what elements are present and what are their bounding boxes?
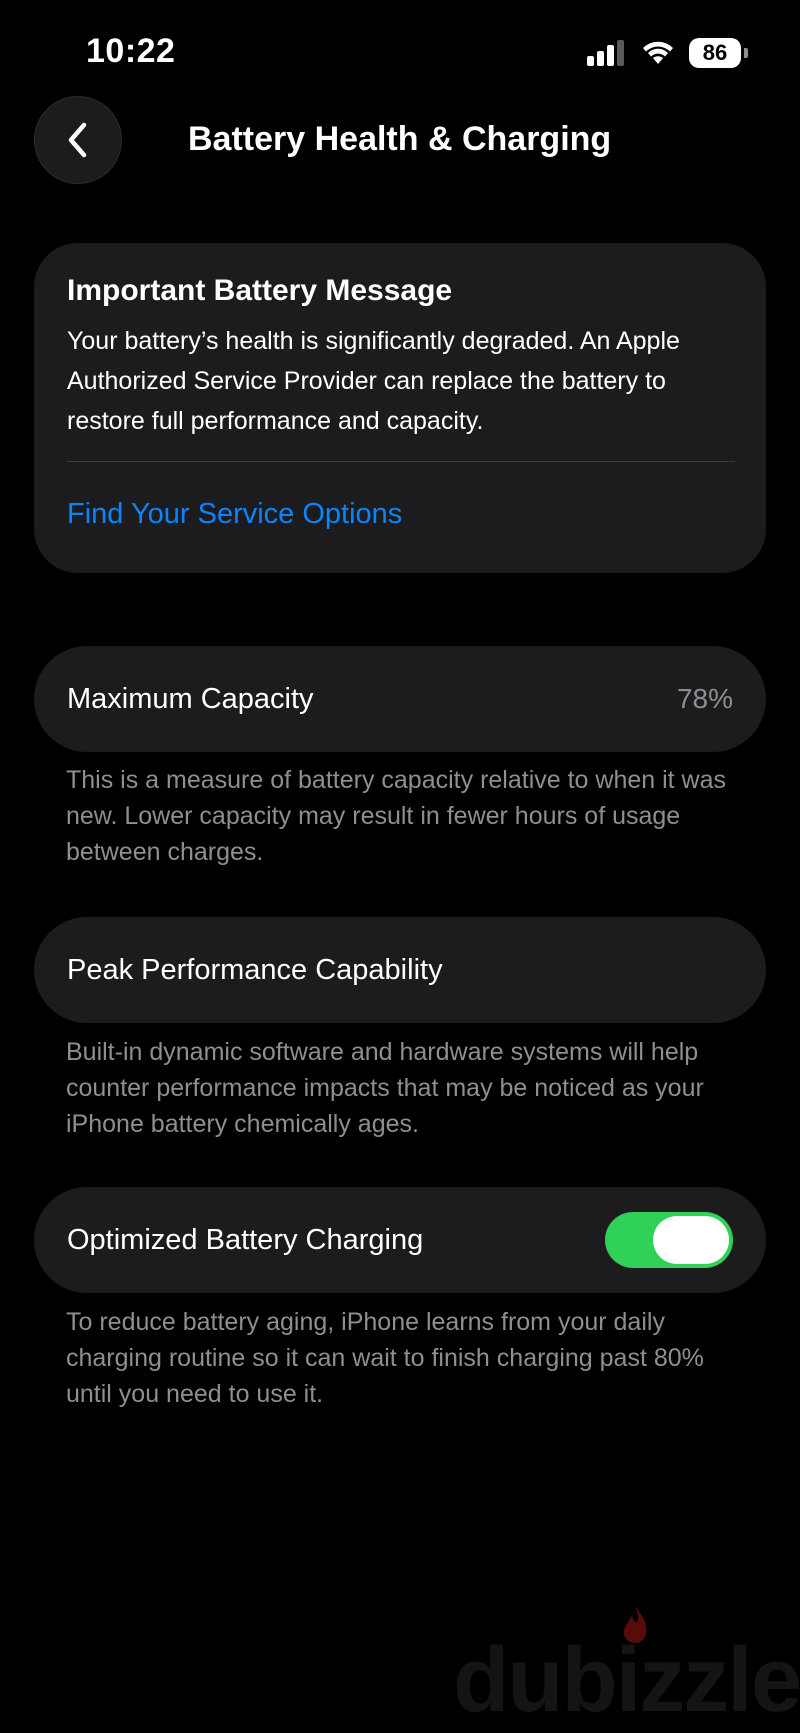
divider [67, 461, 735, 462]
status-icons: 86 [587, 38, 748, 68]
battery-message-title: Important Battery Message [67, 274, 453, 307]
battery-message-card: Important Battery Message Your battery’s… [34, 243, 766, 573]
peak-performance-label: Peak Performance Capability [67, 953, 443, 986]
find-service-options-link[interactable]: Find Your Service Options [67, 494, 733, 534]
signal-icon [587, 40, 624, 66]
maximum-capacity-label: Maximum Capacity [67, 682, 314, 715]
wifi-icon [643, 41, 673, 64]
battery-icon: 86 [689, 38, 748, 68]
optimized-charging-caption: To reduce battery aging, iPhone learns f… [66, 1308, 704, 1408]
maximum-capacity-row: Maximum Capacity 78% [34, 646, 766, 752]
page-title: Battery Health & Charging [188, 120, 612, 158]
watermark: dubizzle [453, 1629, 800, 1731]
optimized-charging-row: Optimized Battery Charging [34, 1187, 766, 1293]
optimized-charging-toggle[interactable] [605, 1212, 733, 1268]
peak-performance-caption: Built-in dynamic software and hardware s… [66, 1038, 704, 1138]
back-button[interactable] [34, 96, 122, 184]
status-time: 10:22 [86, 32, 176, 70]
battery-message-body: Your battery’s health is significantly d… [67, 327, 680, 435]
maximum-capacity-caption: This is a measure of battery capacity re… [66, 766, 727, 866]
chevron-left-icon [68, 122, 87, 158]
battery-level: 86 [689, 38, 741, 68]
peak-performance-row[interactable]: Peak Performance Capability [34, 917, 766, 1023]
toggle-knob [653, 1216, 729, 1264]
maximum-capacity-value: 78% [676, 683, 733, 714]
optimized-charging-label: Optimized Battery Charging [67, 1223, 424, 1256]
